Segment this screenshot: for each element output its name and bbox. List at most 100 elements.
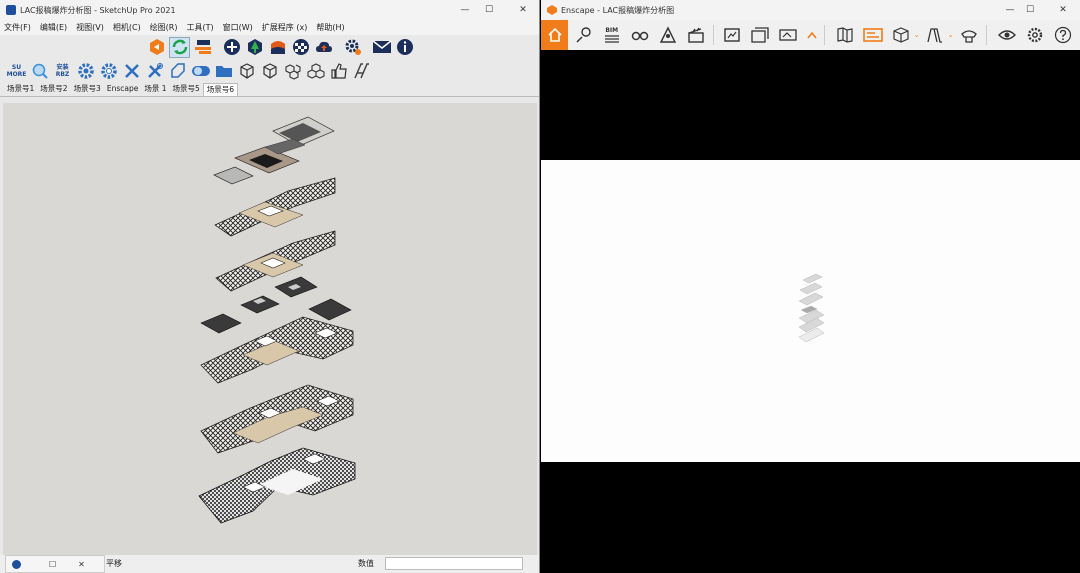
- scene-tab-2[interactable]: 场景号2: [37, 83, 70, 96]
- scene-tab-1[interactable]: 场景号1: [4, 83, 37, 96]
- gear-icon: [100, 63, 117, 79]
- checker-icon: [292, 39, 309, 55]
- materials-icon: [927, 28, 943, 43]
- help-button[interactable]: [1052, 23, 1075, 47]
- cubes-1-button[interactable]: [282, 61, 303, 82]
- popup-restore-icon[interactable]: ☐: [49, 560, 56, 569]
- sketchup-window-title: LAC报稿爆炸分析图 - SketchUp Pro 2021: [20, 5, 176, 15]
- more-chevron-button[interactable]: [805, 23, 819, 47]
- rendered-model-thumbnail: [798, 273, 825, 343]
- add-button[interactable]: [221, 37, 242, 58]
- about-button[interactable]: [394, 37, 415, 58]
- minimized-window-popup[interactable]: ☐ ✕: [5, 555, 105, 573]
- maximize-button[interactable]: ☐: [474, 0, 504, 20]
- info-icon: [396, 39, 413, 55]
- panorama-button[interactable]: [777, 23, 800, 47]
- bim-label: BIM: [605, 26, 619, 34]
- plugin-gear-1-button[interactable]: [75, 61, 96, 82]
- status-mode-text: 平移: [106, 559, 122, 568]
- clapper-button[interactable]: [685, 23, 708, 47]
- upload-button[interactable]: [313, 37, 334, 58]
- screenshot-icon: [724, 28, 740, 42]
- folder-icon: [215, 66, 232, 77]
- install-rbz-button[interactable]: 安装 RBZ: [52, 61, 73, 82]
- menu-edit[interactable]: 编辑(E): [40, 22, 67, 33]
- stairs-icon: [353, 63, 369, 79]
- search-button[interactable]: [29, 61, 50, 82]
- floor-layer-3: [215, 230, 336, 292]
- map-button[interactable]: [833, 23, 856, 47]
- enscape-close-button[interactable]: ✕: [1048, 0, 1078, 20]
- materials-dropdown-icon[interactable]: ⌄: [948, 31, 954, 39]
- shape-button[interactable]: [167, 61, 188, 82]
- video-editor-button[interactable]: [861, 23, 884, 47]
- settings-button[interactable]: [342, 37, 363, 58]
- enscape-render-view[interactable]: [541, 160, 1080, 462]
- sketchup-viewport[interactable]: [3, 103, 537, 555]
- cubes-icon: [284, 64, 301, 80]
- screenshot-button[interactable]: [721, 23, 744, 47]
- video-editor-icon: [863, 28, 883, 42]
- home-button[interactable]: [541, 20, 569, 50]
- sketchup-window: LAC报稿爆炸分析图 - SketchUp Pro 2021 — ☐ ✕ 文件(…: [0, 0, 540, 573]
- enscape-settings-button[interactable]: [1024, 23, 1047, 47]
- roof-layer: [213, 116, 335, 185]
- enscape-start-button[interactable]: [146, 37, 167, 58]
- asset-library-button[interactable]: [890, 23, 913, 47]
- menu-view[interactable]: 视图(V): [76, 22, 104, 33]
- cube-2-button[interactable]: [259, 61, 280, 82]
- batch-render-icon: [751, 27, 769, 43]
- popup-close-icon[interactable]: ✕: [78, 560, 85, 569]
- su-more-button[interactable]: SU MORE: [6, 61, 27, 82]
- stairs-button[interactable]: [351, 61, 372, 82]
- toolbar-row-2: SU MORE 安装 RBZ: [0, 59, 539, 83]
- su-more-label: SU MORE: [6, 64, 27, 78]
- atmosphere-button[interactable]: [656, 23, 679, 47]
- checker-button[interactable]: [290, 37, 311, 58]
- views-button[interactable]: [192, 37, 213, 58]
- thumb-button[interactable]: [328, 61, 349, 82]
- tree-button[interactable]: [244, 37, 265, 58]
- scene-tab-3[interactable]: 场景号3: [71, 83, 104, 96]
- enscape-titlebar: Enscape - LAC报稿爆炸分析图 — ☐ ✕: [541, 0, 1080, 20]
- folder-button[interactable]: [213, 61, 234, 82]
- value-input[interactable]: [385, 557, 523, 570]
- map-pin-button[interactable]: [572, 23, 595, 47]
- menu-file[interactable]: 文件(F): [4, 22, 31, 33]
- panorama-icon: [779, 29, 798, 41]
- cube-icon: [262, 63, 277, 79]
- batch-render-button[interactable]: [749, 23, 772, 47]
- cube-1-button[interactable]: [236, 61, 257, 82]
- asset-dropdown-icon[interactable]: ⌄: [914, 31, 920, 39]
- scene-tab-scene1[interactable]: 场景 1: [141, 83, 169, 96]
- sync-button[interactable]: [169, 36, 190, 58]
- feedback-button[interactable]: [371, 37, 392, 58]
- sketchup-titlebar: LAC报稿爆炸分析图 - SketchUp Pro 2021 — ☐ ✕: [0, 0, 539, 20]
- menu-draw[interactable]: 绘图(R): [150, 22, 178, 33]
- materials-button[interactable]: [924, 23, 947, 47]
- scene-tab-6-active[interactable]: 场景号6: [202, 83, 239, 96]
- bim-button[interactable]: BIM: [600, 23, 623, 47]
- map-icon: [837, 27, 853, 43]
- toggle-button[interactable]: [190, 61, 211, 82]
- map-pin-icon: [576, 27, 591, 43]
- menu-tools[interactable]: 工具(T): [187, 22, 214, 33]
- collaboration-button[interactable]: [958, 23, 981, 47]
- plugin-gear-2-button[interactable]: [98, 61, 119, 82]
- material-button[interactable]: [267, 37, 288, 58]
- enscape-start-icon: [149, 39, 164, 55]
- enscape-maximize-button[interactable]: ☐: [1015, 0, 1045, 20]
- scene-tab-5[interactable]: 场景号5: [170, 83, 203, 96]
- tools-1-button[interactable]: [121, 61, 142, 82]
- cubes-2-button[interactable]: [305, 61, 326, 82]
- install-rbz-label: 安装 RBZ: [55, 64, 70, 78]
- menu-camera[interactable]: 相机(C): [113, 22, 141, 33]
- menu-help[interactable]: 帮助(H): [316, 22, 344, 33]
- binoculars-button[interactable]: [628, 23, 651, 47]
- menu-window[interactable]: 窗口(W): [223, 22, 253, 33]
- tools-2-button[interactable]: [144, 61, 165, 82]
- view-settings-button[interactable]: [995, 23, 1018, 47]
- menu-extensions[interactable]: 扩展程序 (x): [262, 22, 308, 33]
- close-button[interactable]: ✕: [508, 0, 538, 20]
- scene-tab-enscape[interactable]: Enscape: [104, 83, 142, 96]
